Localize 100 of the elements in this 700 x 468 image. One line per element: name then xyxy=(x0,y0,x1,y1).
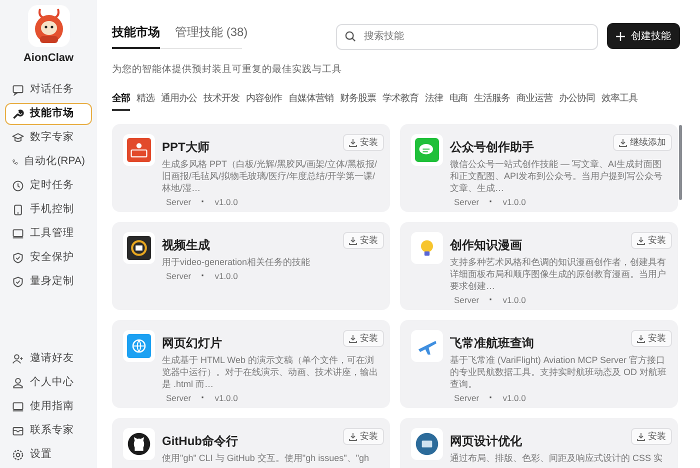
shield-icon xyxy=(12,276,24,288)
page-subtitle: 为您的智能体提供预封装且可重复的最佳实践与工具 xyxy=(112,63,343,77)
separator-dot: · xyxy=(489,295,493,306)
skill-description: 生成基于 HTML Web 的演示文稿（单个文件，可在浏览器中运行）。对于在线演示、动画、技术讲座，输出是 .html 而… xyxy=(162,354,379,390)
skill-card[interactable]: 公众号创作助手 继续添加 微信公众号一站式创作技能 — 写文章、AI生成封面图和正文配图、API发布到公众号。当用户提到写公众号文章、生成… Server · v1.0.0 xyxy=(400,124,678,212)
category-tab[interactable]: 生活服务 xyxy=(474,92,510,112)
separator-dot: · xyxy=(201,197,205,208)
video-icon xyxy=(123,232,155,264)
skill-title: GitHub命令行 xyxy=(162,433,238,450)
install-button[interactable]: 安装 xyxy=(343,330,384,348)
mail-icon xyxy=(12,425,24,437)
lightbulb-icon xyxy=(411,232,443,264)
monitor-icon xyxy=(12,228,24,240)
skill-card[interactable]: 飞常准航班查询 安装 基于飞常准 (VariFlight) Aviation MCP Server 官方接口的专业民航数据工具。支持实时航班动态及 OD 对航班查询。 Server · v1.0.0 xyxy=(400,320,678,408)
install-button[interactable]: 安装 xyxy=(343,232,384,250)
category-tab[interactable]: 技术开发 xyxy=(204,92,240,112)
skill-description: 基于飞常准 (VariFlight) Aviation MCP Server 官方接口的专业民航数据工具。支持实时航班动态及 OD 对航班查询。 xyxy=(450,354,668,390)
category-tab[interactable]: 学术教育 xyxy=(382,92,418,112)
tab[interactable]: 技能市场 xyxy=(112,23,160,49)
sidebar-item[interactable]: 自动化(RPA) xyxy=(5,150,92,172)
download-icon xyxy=(349,334,357,343)
server-label: Server xyxy=(166,393,192,404)
skill-card[interactable]: 网页设计优化 安装 通过布局、排版、色彩、间距及响应式设计的 CSS 实 xyxy=(400,418,678,468)
skill-card[interactable]: 视频生成 安装 用于video-generation相关任务的技能 Server · v1.0.0 xyxy=(112,222,390,310)
version-label: v1.0.0 xyxy=(502,295,526,306)
cat-silhouette-icon xyxy=(123,428,155,460)
download-icon xyxy=(637,236,645,245)
sidebar-item[interactable]: 联系专家 xyxy=(5,420,92,442)
skill-title: 网页幻灯片 xyxy=(162,335,222,352)
server-label: Server xyxy=(454,295,480,306)
install-button[interactable]: 安装 xyxy=(631,232,672,250)
tab[interactable]: 管理技能 (38) xyxy=(175,23,248,49)
skill-description: 使用"gh" CLI 与 GitHub 交互。使用"gh issues"、"gh xyxy=(162,452,370,464)
download-icon xyxy=(637,432,645,441)
category-tab[interactable]: 商业运营 xyxy=(516,92,552,112)
skill-card[interactable]: 网页幻灯片 安装 生成基于 HTML Web 的演示文稿（单个文件，可在浏览器中运行）。对于在线演示、动画、技术讲座，输出是 .html 而… Server · v1.0.0 xyxy=(112,320,390,408)
sidebar-item[interactable]: 手机控制 xyxy=(5,198,92,220)
download-icon xyxy=(349,138,357,147)
sidebar-item[interactable]: 量身定制 xyxy=(5,270,92,292)
sidebar-item[interactable]: 数字专家 xyxy=(5,126,92,148)
sidebar-item[interactable]: 邀请好友 xyxy=(5,348,92,370)
skill-description: 微信公众号一站式创作技能 — 写文章、AI生成封面图和正文配图、API发布到公众号。当用户提到写公众号文章、生成… xyxy=(450,158,664,194)
sidebar-item[interactable]: 安全保护 xyxy=(5,246,92,268)
skill-card[interactable]: PPT大师 安装 生成多风格 PPT（白板/光辉/黑胶风/画架/立体/黑板报/旧画报/毛毡风/拟物毛玻璃/医疗/年度总结/开学第一课/林地/湿… Server · v1.0.0 xyxy=(112,124,390,212)
version-label: v1.0.0 xyxy=(214,197,238,208)
category-tab[interactable]: 财务股票 xyxy=(340,92,376,112)
separator-dot: · xyxy=(489,197,493,208)
sidebar-item[interactable]: 使用指南 xyxy=(5,396,92,418)
wrench-icon xyxy=(12,108,24,120)
category-tab[interactable]: 办公协同 xyxy=(559,92,595,112)
plus-icon xyxy=(616,32,625,40)
separator-dot: · xyxy=(201,271,205,282)
install-button[interactable]: 安装 xyxy=(631,330,672,348)
version-label: v1.0.0 xyxy=(214,393,238,404)
create-skill-button[interactable]: 创建技能 xyxy=(607,23,680,49)
sidebar-item[interactable]: 工具管理 xyxy=(5,222,92,244)
category-tab[interactable]: 效率工具 xyxy=(602,92,638,112)
presentation-icon xyxy=(123,134,155,166)
skill-card[interactable]: 创作知识漫画 安装 支持多种艺术风格和色调的知识漫画创作者，创建具有详细面板布局和顺序图像生成的原创教育漫画。当用户要求创建… Server · v1.0.0 xyxy=(400,222,678,310)
install-button[interactable]: 继续添加 xyxy=(613,134,672,152)
monitor-icon xyxy=(411,428,443,460)
category-tab[interactable]: 内容创作 xyxy=(246,92,282,112)
category-tab[interactable]: 法律 xyxy=(425,92,443,112)
sidebar-item[interactable]: 定时任务 xyxy=(5,174,92,196)
app-logo-icon xyxy=(28,5,70,47)
scrollbar-thumb[interactable] xyxy=(679,125,682,200)
skill-title: 公众号创作助手 xyxy=(450,139,534,156)
version-label: v1.0.0 xyxy=(502,197,526,208)
chat-icon xyxy=(12,84,24,96)
search-field[interactable]: 搜索技能 xyxy=(336,24,598,50)
skill-title: PPT大师 xyxy=(162,139,210,156)
skill-title: 网页设计优化 xyxy=(450,433,522,450)
skill-description: 生成多风格 PPT（白板/光辉/黑胶风/画架/立体/黑板报/旧画报/毛毡风/拟物毛玻璃/医疗/年度总结/开学第一课/林地/湿… xyxy=(162,158,378,194)
download-icon xyxy=(349,432,357,441)
skill-title: 创作知识漫画 xyxy=(450,237,522,254)
skill-title: 视频生成 xyxy=(162,237,210,254)
monitor-icon xyxy=(12,401,24,413)
server-label: Server xyxy=(166,197,192,208)
clock-icon xyxy=(12,180,24,192)
install-button[interactable]: 安装 xyxy=(631,428,672,446)
server-label: Server xyxy=(454,393,480,404)
skill-description: 支持多种艺术风格和色调的知识漫画创作者，创建具有详细面板布局和顺序图像生成的原创教育漫画。当用户要求创建… xyxy=(450,256,667,292)
skill-card[interactable]: GitHub命令行 安装 使用"gh" CLI 与 GitHub 交互。使用"gh issues"、"gh xyxy=(112,418,390,468)
skill-description: 用于video-generation相关任务的技能 xyxy=(162,256,312,268)
install-button[interactable]: 安装 xyxy=(343,428,384,446)
category-tab[interactable]: 通用办公 xyxy=(161,92,197,112)
shield-icon xyxy=(12,252,24,264)
category-tab[interactable]: 电商 xyxy=(450,92,468,112)
globe-icon xyxy=(123,330,155,362)
sidebar-item[interactable]: 设置 xyxy=(5,444,92,466)
separator-dot: · xyxy=(201,393,205,404)
category-tab[interactable]: 全部 xyxy=(112,92,130,112)
install-button[interactable]: 安装 xyxy=(343,134,384,152)
sidebar-item[interactable]: 个人中心 xyxy=(5,372,92,394)
sidebar-item[interactable]: 对话任务 xyxy=(5,78,92,100)
sidebar-item[interactable]: 技能市场 xyxy=(5,102,92,124)
app-name: AionClaw xyxy=(23,51,74,66)
category-tab[interactable]: 精选 xyxy=(136,92,154,112)
skill-description: 通过布局、排版、色彩、间距及响应式设计的 CSS 实 xyxy=(450,452,664,464)
category-tab[interactable]: 自媒体营销 xyxy=(288,92,334,112)
